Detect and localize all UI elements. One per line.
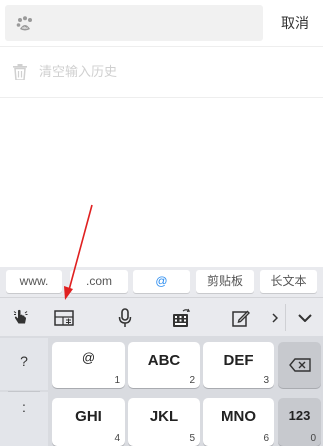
key-2[interactable]: ABC 2 xyxy=(128,342,200,388)
chip-at[interactable]: @ xyxy=(133,270,190,293)
key-2-digit: 2 xyxy=(189,375,195,386)
keyboard-toolbar xyxy=(0,297,323,337)
key-1-digit: 1 xyxy=(114,375,120,386)
quick-input-bar: www. .com @ 剪贴板 长文本 xyxy=(0,267,323,297)
more-tools-button[interactable] xyxy=(266,298,284,337)
key-3-digit: 3 xyxy=(263,375,269,386)
search-bar: du 取消 xyxy=(0,0,323,46)
chevron-right-icon xyxy=(272,312,278,323)
key-4-digit: 4 xyxy=(114,433,120,444)
key-4-label: GHI xyxy=(75,408,102,425)
numeric-key[interactable]: 123 0 xyxy=(278,398,321,446)
key-4[interactable]: GHI 4 xyxy=(52,398,125,446)
keyboard-switch-button[interactable] xyxy=(160,298,202,337)
cancel-button[interactable]: 取消 xyxy=(270,7,320,39)
key-1-label: @ xyxy=(81,350,96,365)
clear-history-row[interactable]: 清空输入历史 xyxy=(0,46,323,98)
keyboard-layout-icon xyxy=(54,309,74,326)
trash-icon xyxy=(13,64,27,80)
chip-clipboard[interactable]: 剪贴板 xyxy=(196,270,254,293)
edit-button[interactable] xyxy=(220,298,262,337)
question-key[interactable]: ? xyxy=(0,338,48,390)
chip-com[interactable]: .com xyxy=(70,270,128,293)
svg-text:du: du xyxy=(22,25,28,30)
backspace-icon xyxy=(289,358,311,372)
voice-button[interactable] xyxy=(104,298,146,337)
baidu-paw-icon: du xyxy=(16,16,32,31)
chip-www[interactable]: www. xyxy=(6,270,62,293)
key-5-label: JKL xyxy=(149,408,179,425)
chip-long-text[interactable]: 长文本 xyxy=(260,270,317,293)
gesture-button[interactable] xyxy=(0,298,42,337)
keyboard-switch-icon xyxy=(173,308,191,327)
chevron-down-icon xyxy=(297,313,312,322)
layout-button[interactable] xyxy=(42,298,86,337)
key-6-label: MNO xyxy=(221,408,256,425)
hand-pointer-icon xyxy=(13,309,28,323)
numeric-key-digit: 0 xyxy=(310,433,316,444)
key-3-label: DEF xyxy=(223,352,254,369)
microphone-icon xyxy=(118,307,132,327)
edit-pencil-icon xyxy=(232,310,250,327)
key-5-digit: 5 xyxy=(189,433,195,444)
key-5[interactable]: JKL 5 xyxy=(128,398,200,446)
key-6[interactable]: MNO 6 xyxy=(203,398,274,446)
hide-keyboard-button[interactable] xyxy=(286,298,323,337)
key-3[interactable]: DEF 3 xyxy=(203,342,274,388)
backspace-key[interactable] xyxy=(278,342,321,388)
numeric-key-label: 123 xyxy=(288,408,311,423)
key-6-digit: 6 xyxy=(263,433,269,444)
key-2-label: ABC xyxy=(147,352,181,369)
colon-key[interactable]: : xyxy=(0,392,48,446)
key-1[interactable]: @ 1 xyxy=(52,342,125,388)
clear-history-label: 清空输入历史 xyxy=(39,64,118,79)
search-input[interactable]: du xyxy=(5,5,263,41)
